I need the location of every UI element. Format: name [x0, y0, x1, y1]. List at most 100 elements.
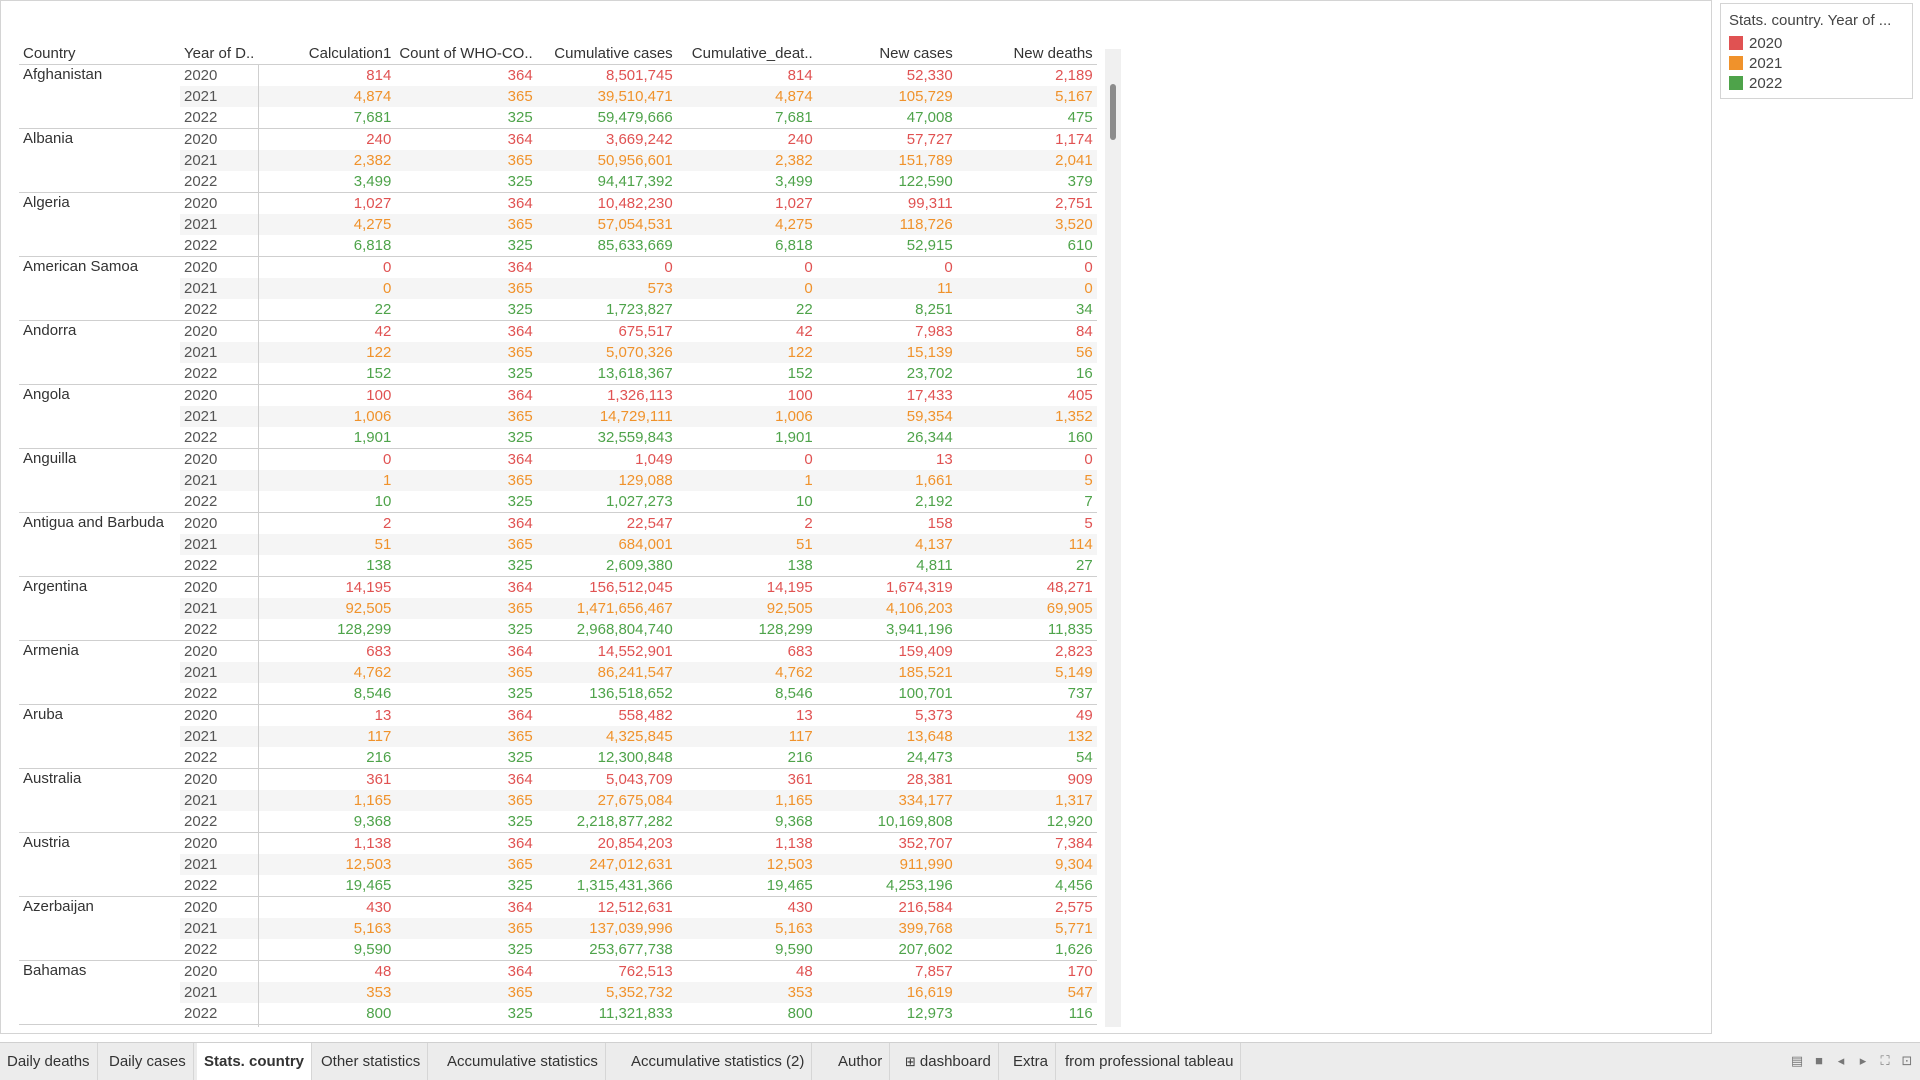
value-cell[interactable]: 325 [395, 1003, 536, 1025]
value-cell[interactable]: 800 [677, 1003, 817, 1025]
col-header-cumulative-deaths[interactable]: Cumulative_deat.. [676, 43, 817, 65]
country-cell[interactable]: Albania [19, 128, 180, 150]
next-sheet-icon[interactable]: ▸ [1856, 1053, 1870, 1069]
value-cell[interactable]: 684,001 [536, 534, 677, 555]
value-cell[interactable]: 365 [395, 790, 537, 811]
value-cell[interactable]: 12,920 [957, 811, 1097, 833]
country-cell[interactable]: Andorra [19, 320, 180, 342]
value-cell[interactable]: 92,425 [816, 1024, 957, 1027]
value-cell[interactable]: 32,559,843 [537, 427, 677, 449]
value-cell[interactable]: 365 [395, 854, 537, 875]
value-cell[interactable]: 122 [258, 342, 396, 363]
country-cell[interactable] [19, 342, 180, 363]
value-cell[interactable]: 5,070,326 [536, 342, 677, 363]
prev-sheet-icon[interactable]: ◂ [1834, 1053, 1848, 1069]
value-cell[interactable]: 1,138 [676, 832, 817, 854]
value-cell[interactable]: 8,546 [677, 683, 817, 705]
value-cell[interactable]: 136,518,652 [537, 683, 677, 705]
value-cell[interactable]: 6,818 [258, 235, 395, 257]
value-cell[interactable]: 325 [395, 363, 536, 385]
value-cell[interactable]: 909 [956, 768, 1097, 790]
value-cell[interactable]: 9,368 [677, 811, 817, 833]
value-cell[interactable]: 13 [676, 704, 817, 726]
value-cell[interactable]: 51 [676, 534, 817, 555]
value-cell[interactable]: 51 [258, 534, 396, 555]
value-cell[interactable]: 59,479,666 [537, 107, 677, 129]
value-cell[interactable]: 54 [957, 747, 1097, 769]
country-cell[interactable] [19, 811, 180, 833]
value-cell[interactable]: 2,751 [956, 192, 1097, 214]
value-cell[interactable]: 100 [676, 384, 817, 406]
value-cell[interactable]: 325 [395, 939, 536, 961]
year-cell[interactable]: 2020 [180, 192, 259, 214]
value-cell[interactable]: 361 [676, 768, 817, 790]
value-cell[interactable]: 69,905 [956, 598, 1097, 619]
value-cell[interactable]: 3,941,196 [817, 619, 957, 641]
value-cell[interactable]: 12,503 [676, 854, 817, 875]
value-cell[interactable]: 610 [957, 235, 1097, 257]
value-cell[interactable]: 365 [395, 342, 537, 363]
value-cell[interactable]: 325 [395, 747, 536, 769]
value-cell[interactable]: 3,499 [677, 171, 817, 193]
value-cell[interactable]: 14,195 [258, 576, 396, 598]
presentation-mode-icon[interactable]: ⊡ [1900, 1053, 1914, 1069]
year-cell[interactable]: 2022 [180, 299, 259, 321]
year-cell[interactable]: 2021 [180, 854, 259, 875]
value-cell[interactable]: 558,482 [536, 704, 677, 726]
year-cell[interactable]: 2020 [180, 256, 259, 278]
value-cell[interactable]: 364 [395, 128, 537, 150]
value-cell[interactable]: 4,811 [817, 555, 957, 577]
value-cell[interactable]: 361 [258, 768, 396, 790]
value-cell[interactable]: 151,789 [816, 150, 957, 171]
value-cell[interactable]: 10 [677, 491, 817, 513]
value-cell[interactable]: 364 [395, 65, 536, 87]
value-cell[interactable]: 15,139 [816, 342, 957, 363]
value-cell[interactable]: 8,546 [258, 683, 395, 705]
legend-title[interactable]: Stats. country. Year of ... [1729, 12, 1891, 29]
value-cell[interactable]: 7,983 [816, 320, 957, 342]
value-cell[interactable]: 737 [957, 683, 1097, 705]
year-cell[interactable]: 2022 [180, 555, 259, 577]
value-cell[interactable]: 683 [258, 640, 396, 662]
country-cell[interactable] [19, 171, 180, 193]
value-cell[interactable]: 19,465 [677, 875, 817, 897]
value-cell[interactable]: 2,968,804,740 [537, 619, 677, 641]
value-cell[interactable]: 1,326,113 [536, 384, 677, 406]
value-cell[interactable]: 1,315,431,366 [537, 875, 677, 897]
value-cell[interactable]: 13,618,367 [537, 363, 677, 385]
value-cell[interactable]: 1 [676, 470, 817, 491]
year-cell[interactable]: 2021 [180, 662, 259, 683]
value-cell[interactable]: 2,609,380 [537, 555, 677, 577]
value-cell[interactable]: 364 [395, 1024, 537, 1027]
value-cell[interactable]: 911,990 [816, 854, 957, 875]
value-cell[interactable]: 365 [395, 214, 537, 235]
value-cell[interactable]: 5,163 [676, 918, 817, 939]
value-cell[interactable]: 0 [258, 278, 396, 299]
value-cell[interactable]: 1,317 [956, 790, 1097, 811]
value-cell[interactable]: 10,169,808 [817, 811, 957, 833]
value-cell[interactable]: 94,417,392 [537, 171, 677, 193]
year-cell[interactable]: 2021 [180, 534, 259, 555]
value-cell[interactable]: 49 [956, 704, 1097, 726]
value-cell[interactable]: 13 [816, 448, 957, 470]
value-cell[interactable]: 8,501,745 [537, 65, 677, 87]
value-cell[interactable]: 9,590 [258, 939, 395, 961]
value-cell[interactable]: 160 [957, 427, 1097, 449]
value-cell[interactable]: 1,352 [956, 406, 1097, 427]
value-cell[interactable]: 170 [956, 960, 1097, 982]
value-cell[interactable]: 2,382 [676, 150, 817, 171]
country-cell[interactable]: Bahrain [19, 1024, 180, 1027]
value-cell[interactable]: 132 [956, 726, 1097, 747]
value-cell[interactable]: 4,106,203 [816, 598, 957, 619]
country-cell[interactable] [19, 747, 180, 769]
value-cell[interactable]: 122 [676, 342, 817, 363]
value-cell[interactable]: 399,768 [816, 918, 957, 939]
year-cell[interactable]: 2022 [180, 171, 259, 193]
vertical-scrollbar[interactable] [1105, 49, 1121, 1027]
year-cell[interactable]: 2020 [180, 768, 259, 790]
value-cell[interactable]: 56 [956, 342, 1097, 363]
value-cell[interactable]: 12,840,326 [536, 1024, 677, 1027]
country-cell[interactable] [19, 235, 180, 257]
value-cell[interactable]: 5 [956, 470, 1097, 491]
country-cell[interactable] [19, 406, 180, 427]
